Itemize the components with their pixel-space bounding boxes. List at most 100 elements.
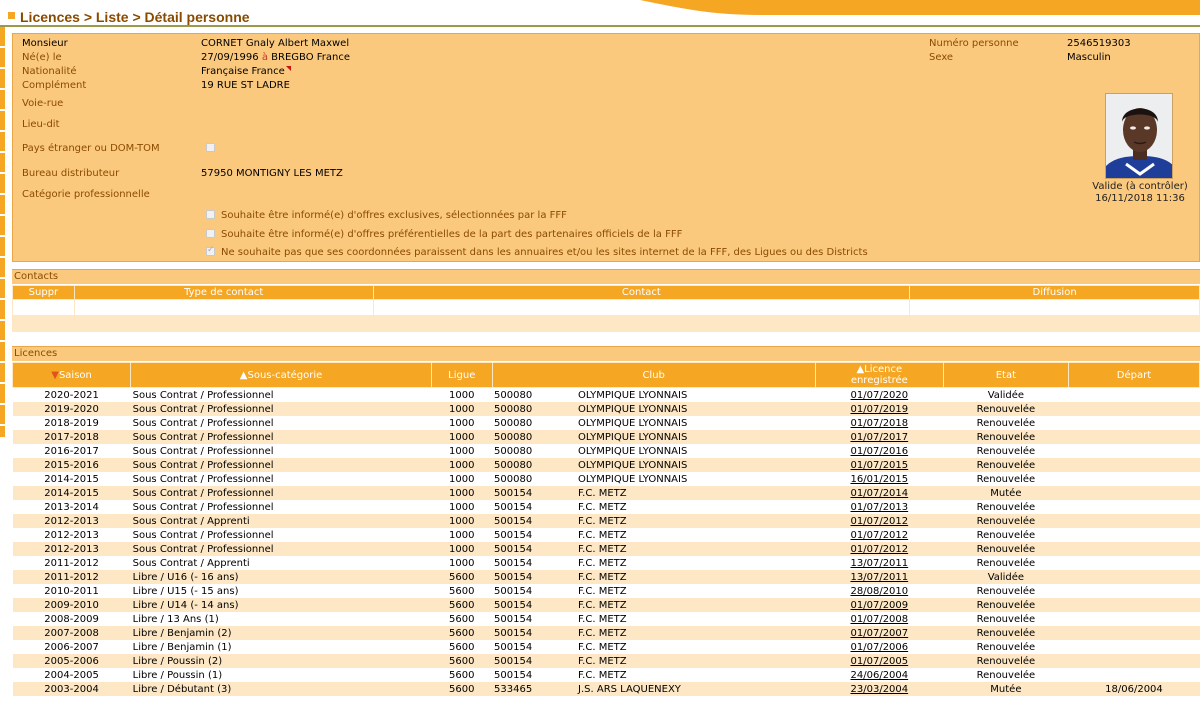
contacts-empty-cell [73,299,374,316]
contacts-col-type[interactable]: Type de contact [73,285,374,300]
col-depart[interactable]: Départ [1067,362,1200,388]
contacts-section-header: Contacts [12,269,1200,284]
licence-date-link[interactable]: 24/06/2004 [851,670,909,681]
cell-saison: 2008-2009 [12,612,131,626]
licence-date-link[interactable]: 01/07/2012 [851,530,909,541]
club-name: OLYMPIQUE LYONNAIS [578,431,688,443]
club-number: 500154 [494,627,533,639]
licence-date-link[interactable]: 01/07/2015 [851,460,909,471]
contacts-empty-cell [909,299,1200,316]
contacts-col-suppr[interactable]: Suppr [12,285,75,300]
licence-date-link[interactable]: 01/07/2018 [851,418,909,429]
cell-licence-date: 01/07/2014 [815,486,944,500]
licence-date-link[interactable]: 01/07/2020 [851,390,909,401]
cell-saison: 2011-2012 [12,556,131,570]
club-number: 500154 [494,543,533,555]
complement-label: Complément [22,80,87,91]
licence-date-link[interactable]: 01/07/2005 [851,656,909,667]
cell-saison: 2012-2013 [12,514,131,528]
col-etat[interactable]: Etat [942,362,1069,388]
cell-depart [1068,387,1200,402]
contacts-col-contact[interactable]: Contact [372,285,911,300]
page-header: Licences > Liste > Détail personne [0,0,1200,27]
licence-date-link[interactable]: 13/07/2011 [851,558,909,569]
cell-sous-categorie: Sous Contrat / Professionnel [130,458,432,472]
licence-date-link[interactable]: 01/07/2006 [851,642,909,653]
cell-etat: Renouvelée [943,626,1069,640]
contacts-empty-cell [12,299,75,316]
licence-date-link[interactable]: 01/07/2019 [851,404,909,415]
cell-saison: 2012-2013 [12,542,131,556]
club-number: 500154 [494,487,533,499]
col-sous-categorie-label: Sous-catégorie [247,369,323,381]
licence-date-link[interactable]: 01/07/2016 [851,446,909,457]
licence-row: 2013-2014 Sous Contrat / Professionnel 100… [12,500,1200,514]
licence-row: 2007-2008 Libre / Benjamin (2) 5600 500154 F… [12,626,1200,640]
club-name: F.C. METZ [578,529,627,541]
cell-ligue: 1000 [431,444,493,458]
flag-icon [285,66,291,71]
cell-etat: Renouvelée [943,430,1069,444]
cell-licence-date: 01/07/2006 [815,640,944,654]
bullet-icon [8,12,15,19]
cell-depart [1068,486,1200,500]
locality-label: Lieu-dit [22,119,60,130]
club-number: 533465 [494,683,533,695]
club-number: 500080 [494,459,533,471]
licence-date-link[interactable]: 01/07/2012 [851,516,909,527]
licence-date-link[interactable]: 16/01/2015 [851,474,909,485]
cell-depart [1068,542,1200,556]
club-name: F.C. METZ [578,585,627,597]
cell-saison: 2009-2010 [12,598,131,612]
contacts-empty-cell [12,315,75,332]
licence-date-link[interactable]: 01/07/2008 [851,614,909,625]
licences-body: 2020-2021 Sous Contrat / Professionnel 100… [12,387,1200,696]
licence-date-link[interactable]: 01/07/2017 [851,432,909,443]
option-label-1: Souhaite être informé(e) d'offres exclus… [221,210,567,221]
contacts-empty-cell [372,299,911,316]
col-ligue[interactable]: Ligue [430,362,493,388]
cell-ligue: 1000 [431,486,493,500]
cell-sous-categorie: Sous Contrat / Professionnel [130,444,432,458]
contacts-table: Suppr Type de contact Contact Diffusion [12,285,1200,332]
licence-date-link[interactable]: 01/07/2014 [851,488,909,499]
contacts-col-diffusion[interactable]: Diffusion [909,285,1200,300]
foreign-country-checkbox[interactable] [206,143,215,152]
licence-date-link[interactable]: 01/07/2009 [851,600,909,611]
sex-value: Masculin [1067,52,1111,63]
col-licence-label-2: enregistrée [850,375,908,386]
col-licence[interactable]: ▲Licence enregistrée [814,362,944,388]
cell-depart [1068,458,1200,472]
cell-ligue: 1000 [431,500,493,514]
licence-date-link[interactable]: 13/07/2011 [851,572,909,583]
club-name: F.C. METZ [578,515,627,527]
person-number: 2546519303 [1067,38,1131,49]
cell-licence-date: 16/01/2015 [815,472,944,486]
licence-row: 2010-2011 Libre / U15 (- 15 ans) 5600 50015… [12,584,1200,598]
cell-club: 500154 F.C. METZ [492,486,816,500]
licence-date-link[interactable]: 01/07/2007 [851,628,909,639]
option-checkbox-3[interactable] [206,245,215,256]
col-saison[interactable]: ▼Saison [11,362,132,388]
street-label: Voie-rue [22,98,64,109]
cell-saison: 2011-2012 [12,570,131,584]
option-checkbox-2[interactable] [206,229,215,238]
cell-saison: 2006-2007 [12,640,131,654]
cell-saison: 2016-2017 [12,444,131,458]
cell-saison: 2012-2013 [12,528,131,542]
cell-etat: Renouvelée [943,584,1069,598]
option-checkbox-1[interactable] [206,210,215,219]
col-club[interactable]: Club [491,362,816,388]
licences-title: Licences [14,348,58,359]
cell-sous-categorie: Libre / Poussin (2) [130,654,432,668]
cell-club: 533465 J.S. ARS LAQUENEXY [492,682,816,696]
cell-saison: 2010-2011 [12,584,131,598]
licence-date-link[interactable]: 01/07/2013 [851,502,909,513]
cell-depart [1068,640,1200,654]
licence-date-link[interactable]: 23/03/2004 [851,684,909,695]
cell-licence-date: 24/06/2004 [815,668,944,682]
cell-licence-date: 01/07/2007 [815,626,944,640]
licence-date-link[interactable]: 01/07/2012 [851,544,909,555]
licence-date-link[interactable]: 28/08/2010 [851,586,909,597]
col-sous-categorie[interactable]: ▲Sous-catégorie [130,362,432,388]
